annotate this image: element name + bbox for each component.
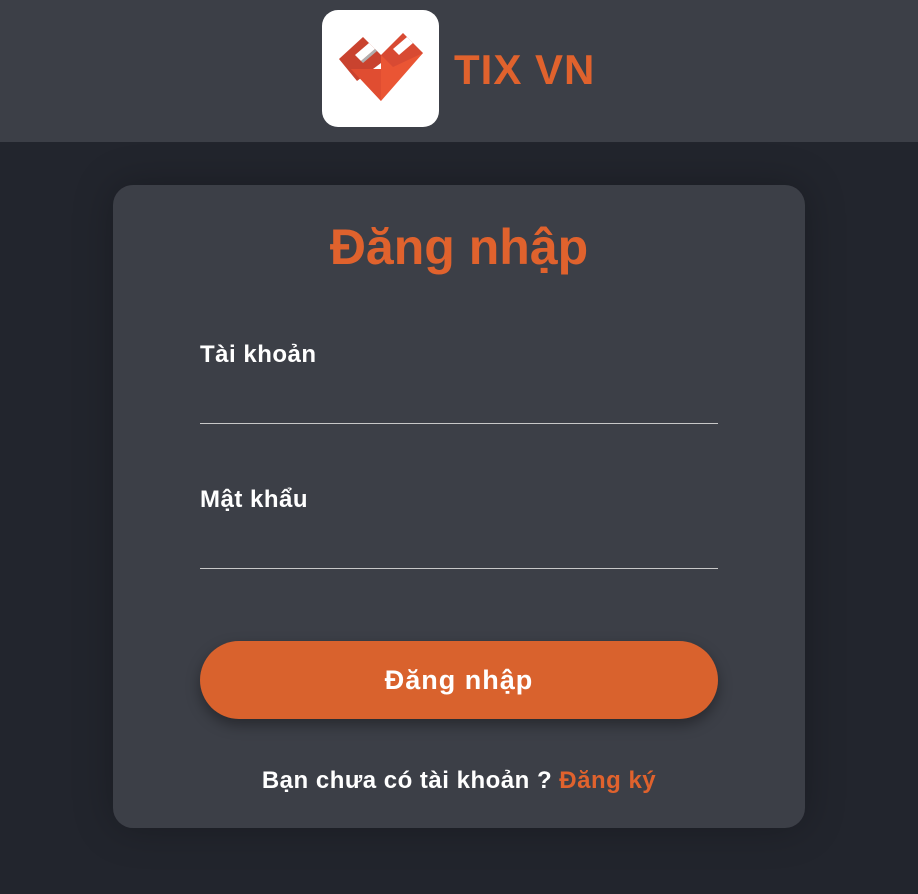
username-input[interactable] — [200, 384, 718, 424]
signup-prompt-line: Bạn chưa có tài khoản ? Đăng ký — [0, 764, 918, 798]
signup-prompt-text: Bạn chưa có tài khoản ? — [261, 767, 553, 794]
logo[interactable] — [322, 10, 439, 127]
folded-heart-logo-icon — [338, 32, 423, 101]
username-label: Tài khoản — [200, 341, 317, 368]
password-label: Mật khẩu — [200, 486, 309, 513]
signup-link[interactable]: Đăng ký — [559, 767, 656, 794]
login-submit-button[interactable]: Đăng nhập — [200, 641, 718, 719]
password-input[interactable] — [200, 529, 718, 569]
brand-name: TIX VN — [454, 46, 596, 93]
top-header: TIX VN — [0, 0, 918, 142]
login-title: Đăng nhập — [329, 219, 589, 275]
